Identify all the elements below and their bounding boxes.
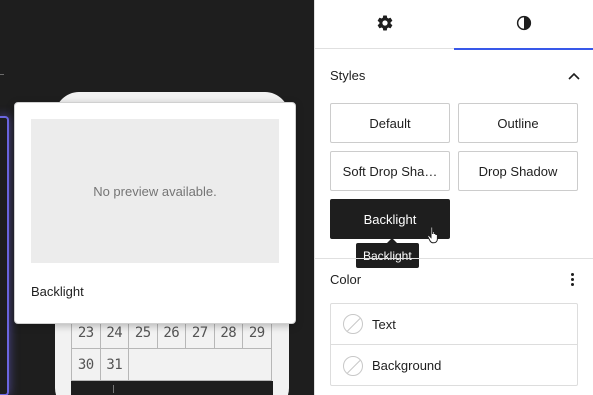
preview-style-name: Backlight xyxy=(31,284,84,299)
styles-heading: Styles xyxy=(330,67,366,83)
tab-settings[interactable] xyxy=(315,0,454,49)
hand-pointer-icon xyxy=(427,226,441,248)
empty-swatch-icon xyxy=(343,355,363,376)
preview-placeholder-text: No preview available. xyxy=(93,183,217,199)
color-item-text[interactable]: Text xyxy=(331,304,577,345)
preview-placeholder: No preview available. xyxy=(31,119,279,263)
tab-styles[interactable] xyxy=(454,0,593,50)
color-heading: Color xyxy=(330,271,362,287)
style-option-drop-shadow[interactable]: Drop Shadow xyxy=(458,151,578,191)
styles-panel-header[interactable]: Styles xyxy=(330,66,580,84)
style-preview-popover: No preview available. Backlight xyxy=(14,102,296,324)
color-settings-group: Text Background xyxy=(330,303,578,386)
color-item-label: Background xyxy=(372,358,442,373)
section-divider xyxy=(315,258,593,259)
calendar-grid: 23 24 25 26 27 28 29 30 31 xyxy=(71,316,272,381)
canvas-divider xyxy=(0,74,4,75)
color-panel-header: Color xyxy=(330,270,580,288)
style-option-soft-drop-shadow[interactable]: Soft Drop Sha… xyxy=(330,151,450,191)
style-option-outline[interactable]: Outline xyxy=(458,103,578,143)
empty-swatch-icon xyxy=(343,314,363,334)
style-tooltip: Backlight xyxy=(356,238,419,268)
calendar-week-row: 30 31 xyxy=(71,348,272,381)
calendar-day[interactable]: 31 xyxy=(99,348,129,381)
contrast-icon xyxy=(515,14,533,36)
calendar-empty-cell xyxy=(128,348,272,381)
block-inspector-sidebar: Styles Default Outline Soft Drop Sha… Dr… xyxy=(314,0,593,395)
calendar-day[interactable]: 30 xyxy=(71,348,101,381)
calendar-footer xyxy=(71,381,273,395)
color-item-background[interactable]: Background xyxy=(331,345,577,386)
style-option-default[interactable]: Default xyxy=(330,103,450,143)
color-item-label: Text xyxy=(372,316,396,332)
gear-icon xyxy=(376,14,394,36)
inspector-tabs xyxy=(315,0,593,50)
more-options-icon[interactable] xyxy=(564,272,580,286)
chevron-up-icon[interactable] xyxy=(568,68,580,83)
block-selection-outline[interactable] xyxy=(0,116,9,395)
